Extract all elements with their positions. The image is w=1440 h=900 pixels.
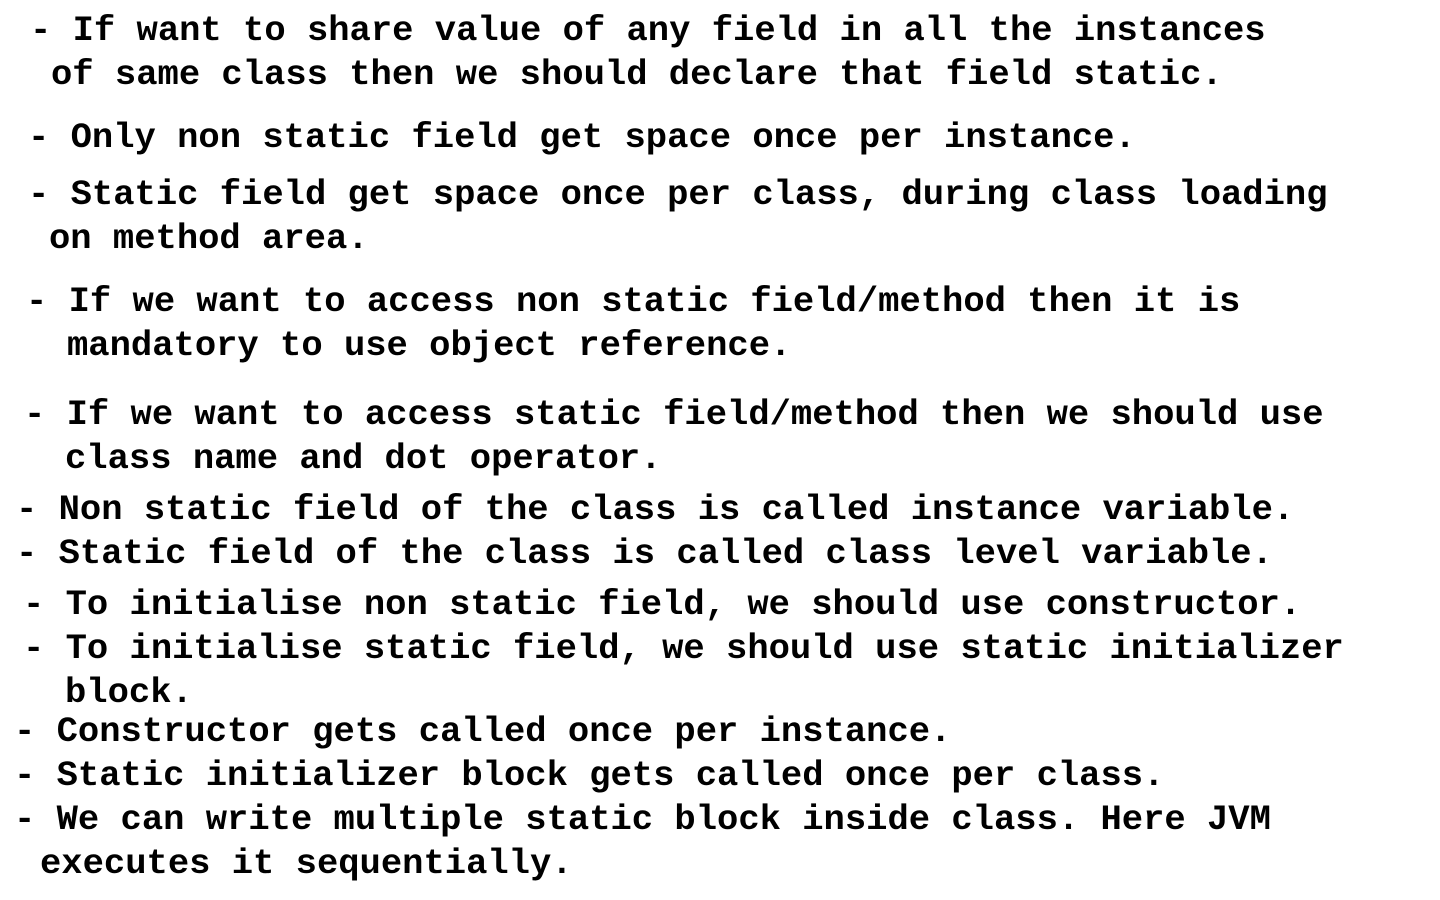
note-line: - Static initializer block gets called o…: [14, 755, 1165, 796]
note-line: mandatory to use object reference.: [67, 325, 792, 366]
note-line: - Non static field of the class is calle…: [16, 489, 1295, 530]
note-line: - We can write multiple static block ins…: [14, 799, 1271, 840]
note-line: - If we want to access static field/meth…: [24, 394, 1324, 435]
note-line: - If want to share value of any field in…: [30, 10, 1266, 51]
note-line: executes it sequentially.: [40, 843, 573, 884]
note-line: - If we want to access non static field/…: [26, 281, 1241, 322]
notes-page: - If want to share value of any field in…: [0, 0, 1440, 900]
note-line: - To initialise non static field, we sho…: [23, 584, 1302, 625]
note-line: - Constructor gets called once per insta…: [14, 711, 952, 752]
note-line: - Static field of the class is called cl…: [16, 533, 1273, 574]
note-line: of same class then we should declare tha…: [51, 54, 1223, 95]
note-line: - Only non static field get space once p…: [28, 117, 1136, 158]
note-line: - To initialise static field, we should …: [23, 628, 1344, 669]
note-line: block.: [65, 672, 193, 713]
note-line: class name and dot operator.: [65, 438, 662, 479]
note-line: - Static field get space once per class,…: [28, 174, 1328, 215]
note-line: on method area.: [49, 218, 369, 259]
